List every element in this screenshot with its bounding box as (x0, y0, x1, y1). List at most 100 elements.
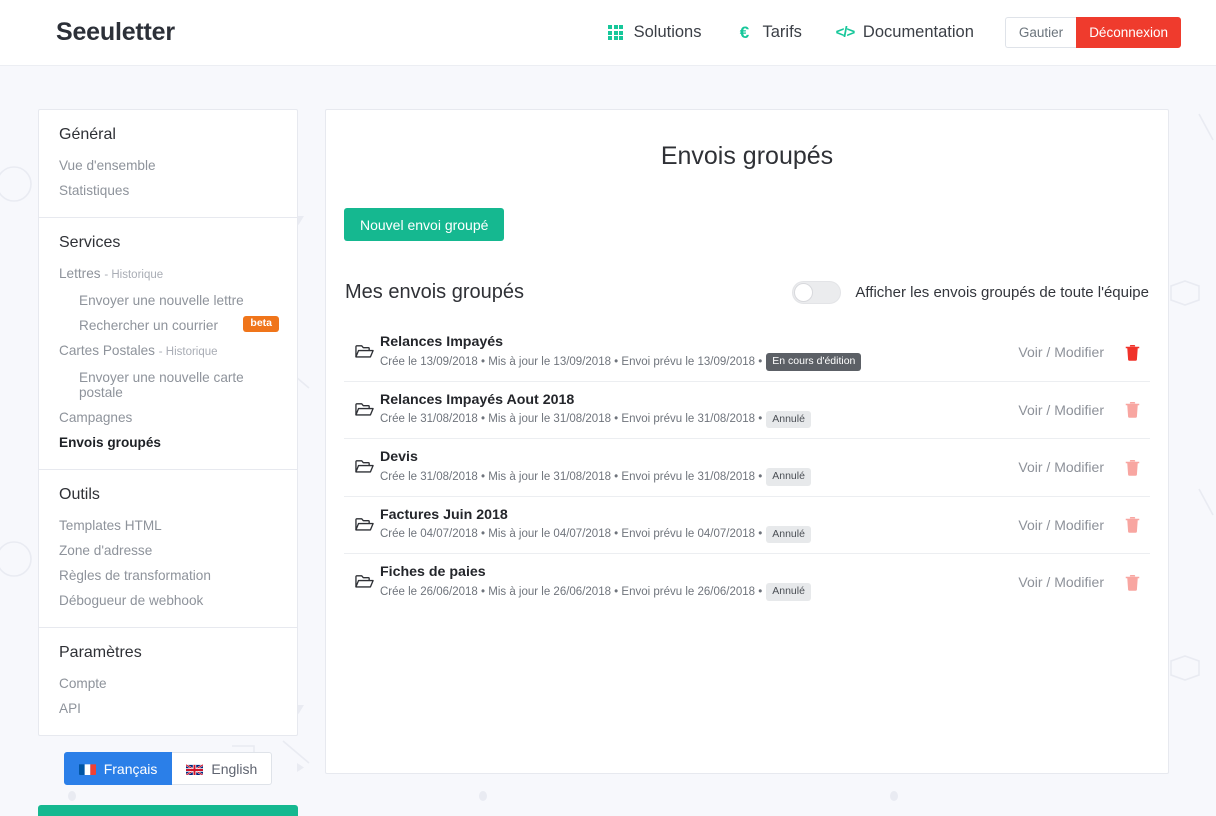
nav-item-tarifs[interactable]: € Tarifs (719, 23, 819, 42)
sidebar-item-debogueur-de-webhook[interactable]: Débogueur de webhook (39, 588, 297, 613)
row-body: Relances Impayés Aout 2018 Crée le 31/08/… (380, 391, 1006, 428)
language-button-francais[interactable]: Français (63, 752, 173, 785)
sidebar-item-zone-dadresse[interactable]: Zone d'adresse (39, 538, 297, 563)
flag-france-icon (78, 763, 96, 775)
table-row[interactable]: Relances Impayés Aout 2018 Crée le 31/08/… (344, 382, 1150, 439)
delete-icon[interactable] (1124, 458, 1140, 476)
logout-button[interactable]: Déconnexion (1076, 17, 1181, 48)
sidebar-item-label: Cartes Postales (59, 343, 155, 358)
row-meta-text: Crée le 26/06/2018 • Mis à jour le 26/06… (380, 585, 763, 598)
sidebar-item-label: Lettres (59, 266, 101, 281)
folder-icon (348, 517, 380, 533)
sidebar-item-templates-html[interactable]: Templates HTML (39, 513, 297, 538)
user-account-button[interactable]: Gautier (1004, 17, 1077, 48)
language-button-english[interactable]: English (172, 752, 273, 785)
delete-icon[interactable] (1124, 573, 1140, 591)
view-edit-link[interactable]: Voir / Modifier (1018, 402, 1104, 418)
help-button[interactable]: Besoin d'aide ? (38, 805, 298, 816)
page-body: Général Vue d'ensemble Statistiques Serv… (0, 66, 1216, 816)
sidebar-item-lettres[interactable]: Lettres - Historique (39, 261, 297, 288)
row-body: Relances Impayés Crée le 13/09/2018 • Mis… (380, 334, 1006, 371)
folder-icon (348, 459, 380, 475)
brand-logo[interactable]: Seeuletter (56, 18, 175, 47)
language-label-francais: Français (103, 760, 158, 777)
language-label-english: English (211, 760, 258, 777)
team-filter-area: Afficher les envois groupés de toute l'é… (792, 281, 1149, 304)
row-actions: Voir / Modifier (1006, 343, 1140, 361)
nav-item-documentation[interactable]: </> Documentation (819, 23, 991, 42)
status-badge: Annulé (766, 468, 811, 486)
row-meta-text: Crée le 13/09/2018 • Mis à jour le 13/09… (380, 355, 763, 368)
list-header: Mes envois groupés Afficher les envois g… (344, 281, 1150, 304)
status-badge: Annulé (766, 583, 811, 601)
view-edit-link[interactable]: Voir / Modifier (1018, 459, 1104, 475)
sidebar-item-envoyer-lettre[interactable]: Envoyer une nouvelle lettre (39, 288, 297, 313)
list-title: Mes envois groupés (345, 281, 524, 303)
sidebar-group-title: Paramètres (59, 644, 142, 661)
delete-icon[interactable] (1124, 401, 1140, 419)
view-edit-link[interactable]: Voir / Modifier (1018, 344, 1104, 360)
row-body: Factures Juin 2018 Crée le 04/07/2018 • M… (380, 507, 1006, 543)
sidebar-group-services: Services Lettres - Historique Envoyer un… (39, 217, 297, 469)
beta-badge: beta (243, 316, 279, 332)
sidebar-item-api[interactable]: API (39, 696, 297, 721)
view-edit-link[interactable]: Voir / Modifier (1018, 574, 1104, 590)
row-meta: Crée le 31/08/2018 • Mis à jour le 31/08… (380, 468, 1006, 486)
row-meta: Crée le 26/06/2018 • Mis à jour le 26/06… (380, 583, 1006, 601)
group-send-list: Relances Impayés Crée le 13/09/2018 • Mis… (344, 324, 1150, 611)
row-actions: Voir / Modifier (1006, 401, 1140, 419)
view-edit-link[interactable]: Voir / Modifier (1018, 517, 1104, 533)
toggle-knob (794, 283, 814, 302)
sidebar-item-campagnes[interactable]: Campagnes (39, 405, 297, 430)
table-row[interactable]: Fiches de paies Crée le 26/06/2018 • Mis … (344, 554, 1150, 611)
nav-label-documentation: Documentation (862, 23, 974, 41)
sidebar-group-title: Services (59, 234, 121, 251)
sidebar-item-regles-de-transformation[interactable]: Règles de transformation (39, 563, 297, 588)
status-badge: En cours d'édition (766, 353, 862, 371)
sidebar-item-suffix[interactable]: - Historique (104, 269, 163, 281)
row-actions: Voir / Modifier (1006, 516, 1140, 534)
sidebar-item-envoyer-carte-postale[interactable]: Envoyer une nouvelle carte postale (39, 365, 297, 405)
sidebar-group-title: Outils (59, 486, 100, 503)
row-title: Devis (380, 449, 418, 465)
sidebar-item-vue-densemble[interactable]: Vue d'ensemble (39, 153, 297, 178)
sidebar-group-parametres: Paramètres Compte API (39, 627, 297, 735)
row-title: Relances Impayés Aout 2018 (380, 391, 575, 408)
grid-icon (607, 24, 625, 42)
sidebar-group-outils: Outils Templates HTML Zone d'adresse Règ… (39, 469, 297, 627)
main-content: Envois groupés Nouvel envoi groupé Mes e… (298, 109, 1216, 774)
status-badge: Annulé (766, 410, 811, 428)
sidebar-group-general: Général Vue d'ensemble Statistiques (39, 110, 297, 217)
sidebar-item-rechercher-courrier[interactable]: Rechercher un courrier beta (39, 313, 297, 338)
sidebar-item-label: Rechercher un courrier (79, 318, 219, 333)
delete-icon[interactable] (1124, 343, 1140, 361)
row-title: Relances Impayés (380, 334, 504, 350)
nav-item-solutions[interactable]: Solutions (590, 23, 719, 42)
row-body: Devis Crée le 31/08/2018 • Mis à jour le … (380, 449, 1006, 486)
sidebar-item-suffix[interactable]: - Historique (159, 346, 218, 358)
table-row[interactable]: Factures Juin 2018 Crée le 04/07/2018 • M… (344, 497, 1150, 554)
new-group-send-button[interactable]: Nouvel envoi groupé (344, 208, 505, 241)
nav-label-tarifs: Tarifs (762, 23, 802, 41)
sidebar-group-title: Général (59, 126, 116, 143)
row-body: Fiches de paies Crée le 26/06/2018 • Mis … (380, 564, 1006, 601)
sidebar-item-compte[interactable]: Compte (39, 671, 297, 696)
team-toggle-switch[interactable] (792, 281, 842, 304)
folder-icon (348, 402, 380, 418)
row-meta: Crée le 13/09/2018 • Mis à jour le 13/09… (380, 353, 1006, 371)
table-row[interactable]: Devis Crée le 31/08/2018 • Mis à jour le … (344, 439, 1150, 497)
code-icon: </> (835, 24, 856, 41)
sidebar-item-statistiques[interactable]: Statistiques (39, 178, 297, 203)
row-meta: Crée le 04/07/2018 • Mis à jour le 04/07… (380, 525, 1006, 543)
row-title: Fiches de paies (380, 564, 486, 580)
table-row[interactable]: Relances Impayés Crée le 13/09/2018 • Mis… (344, 324, 1150, 382)
row-actions: Voir / Modifier (1006, 573, 1140, 591)
nav-label-solutions: Solutions (633, 23, 702, 41)
delete-icon[interactable] (1124, 516, 1140, 534)
row-meta-text: Crée le 31/08/2018 • Mis à jour le 31/08… (380, 470, 763, 483)
folder-icon (348, 574, 380, 590)
sidebar-item-envois-groupes[interactable]: Envois groupés (39, 430, 297, 455)
top-header: Seeuletter Solutions € Tarifs </> Docume… (0, 0, 1216, 66)
row-meta: Crée le 31/08/2018 • Mis à jour le 31/08… (380, 410, 1006, 428)
sidebar-item-cartes-postales[interactable]: Cartes Postales - Historique (39, 338, 297, 365)
